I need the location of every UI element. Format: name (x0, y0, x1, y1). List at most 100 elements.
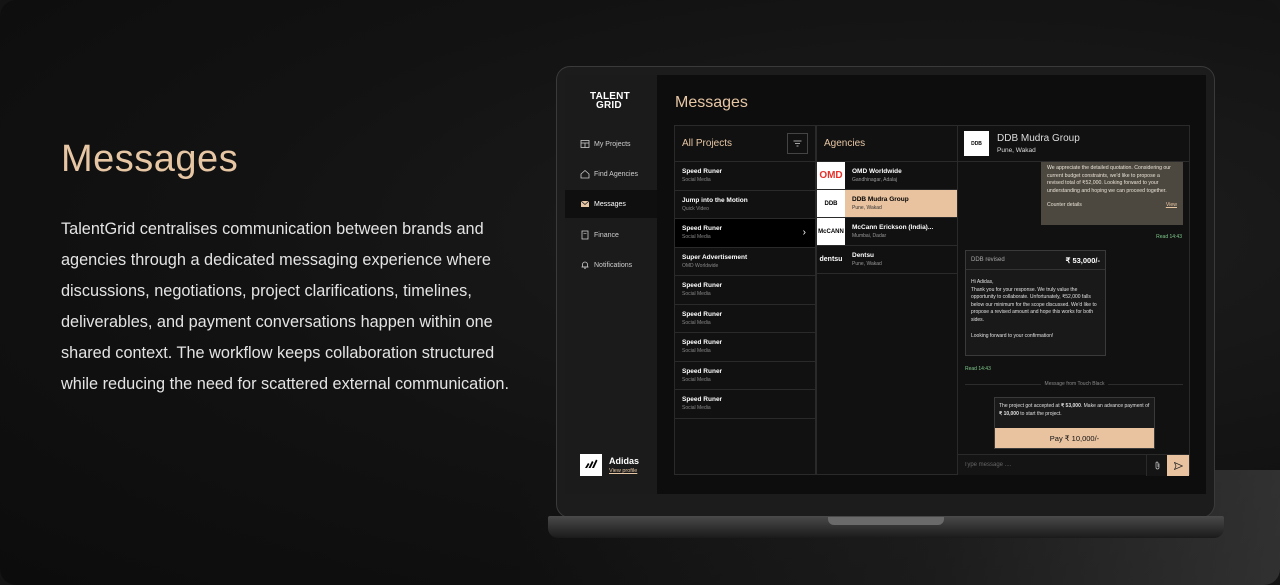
document-icon (581, 230, 589, 240)
card-body-text: Thank you for your response. We truly va… (971, 286, 1097, 323)
project-name: Super Advertisement (682, 253, 748, 261)
project-category: Social Media (682, 291, 711, 297)
project-category: Quick Video (682, 205, 709, 212)
agency-row-selected[interactable]: DDB DDB Mudra Group Pune, Wakad (817, 190, 957, 218)
user-profile[interactable]: Adidas View profile (580, 454, 639, 476)
chat-agency-logo: DDB (964, 131, 989, 156)
project-category: Social Media (682, 348, 711, 354)
agencies-header: Agencies (817, 126, 957, 162)
project-category: Social Media (682, 376, 711, 383)
agency-name: Dentsu (852, 252, 875, 259)
agency-logo: McCANN (817, 218, 845, 245)
project-name: Speed Runer (682, 225, 723, 232)
projects-icon (580, 140, 590, 148)
hero-title: Messages (61, 138, 239, 180)
agencies-panel: Agencies OMD OMD Worldwide Gandhinagar, A… (816, 125, 958, 475)
message-text: We appreciate the detailed quotation. Co… (1047, 165, 1171, 194)
project-name: Speed Runer (682, 282, 723, 289)
counter-details-label: Counter details (1047, 202, 1082, 208)
sidebar-item-label: Find Agencies (594, 170, 638, 178)
accepted-amount: ₹ 53,000 (1060, 403, 1081, 409)
project-row[interactable]: Speed Runer Social Media (675, 162, 815, 191)
chat-agency-name: DDB Mudra Group (997, 133, 1080, 144)
chat-header: DDB DDB Mudra Group Pune, Wakad (958, 126, 1189, 162)
project-name: Speed Runer (682, 339, 723, 346)
agency-row[interactable]: McCANN McCann Erickson (India)... Mumbai,… (817, 218, 957, 246)
sidebar-item-label: Notifications (594, 261, 633, 269)
outgoing-message-bubble: We appreciate the detailed quotation. Co… (1041, 162, 1183, 225)
payment-text: The project got accepted at ₹ 53,000. Ma… (995, 398, 1154, 418)
adidas-stripes-icon (585, 459, 598, 468)
pay-button[interactable]: Pay ₹ 10,000/- (995, 428, 1154, 448)
payment-text-part: . Make an advance payment of (1080, 403, 1150, 409)
sidebar-item-label: My Projects (594, 140, 631, 148)
project-name: Speed Runer (682, 310, 723, 318)
project-row[interactable]: Speed Runer Social Media (675, 390, 815, 419)
agency-name: McCann Erickson (India)... (852, 224, 934, 231)
sidebar-item-label: Finance (594, 231, 619, 239)
agency-name: OMD Worldwide (852, 168, 902, 175)
project-row[interactable]: Speed Runer Social Media (675, 305, 815, 333)
project-row[interactable]: Super Advertisement OMD Worldwide (675, 248, 815, 276)
system-message-label: Message from Touch Black (958, 381, 1191, 387)
send-icon (1173, 461, 1183, 470)
sidebar-item-my-projects[interactable]: My Projects (565, 130, 657, 158)
chat-agency-location: Pune, Wakad (997, 147, 1036, 154)
page-title: Messages (675, 94, 748, 111)
send-button[interactable] (1167, 455, 1189, 476)
project-row-selected[interactable]: Speed Runer Social Media › (675, 219, 815, 248)
project-category: Social Media (682, 405, 711, 411)
project-row[interactable]: Speed Runer Social Media (675, 333, 815, 362)
agency-row[interactable]: dentsu Dentsu Pune, Wakad (817, 246, 957, 274)
stage: Messages TalentGrid centralises communic… (0, 0, 1280, 585)
paperclip-icon (1155, 461, 1159, 470)
revised-amount: ₹ 53,000/- (1065, 255, 1100, 265)
revised-quote-card: DDB revised ₹ 53,000/- Hi Adidas, Thank … (965, 250, 1106, 356)
read-receipt: Read 14:43 (965, 366, 991, 372)
agency-row[interactable]: OMD OMD Worldwide Gandhinagar, Adalaj (817, 162, 957, 190)
agency-location: Gandhinagar, Adalaj (852, 177, 898, 183)
talentgrid-logo[interactable]: TALENT GRID (590, 92, 630, 111)
message-composer (958, 454, 1189, 476)
agency-logo: DDB (817, 190, 845, 217)
view-profile-link[interactable]: View profile (609, 468, 639, 474)
revised-label: DDB revised (971, 257, 1005, 263)
attach-button[interactable] (1146, 455, 1167, 476)
agencies-header-label: Agencies (824, 138, 866, 149)
project-category: Social Media (682, 319, 711, 326)
projects-panel: All Projects Speed Runer Social Media Jum… (674, 125, 816, 475)
chevron-right-icon: › (802, 227, 806, 238)
sidebar-item-notifications[interactable]: Notifications (565, 251, 657, 279)
project-row[interactable]: Jump into the Motion Quick Video (675, 191, 815, 219)
agency-logo: dentsu (817, 246, 845, 273)
home-icon (580, 169, 590, 179)
agency-location: Pune, Wakad (852, 261, 882, 267)
project-row[interactable]: Speed Runer Social Media (675, 362, 815, 390)
advance-amount: ₹ 10,000 (999, 410, 1019, 417)
message-input[interactable] (958, 455, 1146, 475)
agency-name: DDB Mudra Group (852, 196, 909, 203)
mail-icon (580, 200, 590, 207)
sidebar: TALENT GRID My Projects Find Agencies Me… (565, 75, 657, 494)
payment-text-part: to start the project. (1020, 410, 1062, 417)
project-name: Jump into the Motion (682, 196, 748, 204)
project-name: Speed Runer (682, 396, 723, 403)
agency-location: Pune, Wakad (852, 205, 882, 211)
filter-button[interactable] (787, 133, 808, 154)
hero-description: TalentGrid centralises communication bet… (61, 220, 509, 393)
project-category: OMD Worldwide (682, 262, 719, 269)
project-name: Speed Runer (682, 168, 723, 175)
filter-icon (793, 140, 802, 147)
payment-card: The project got accepted at ₹ 53,000. Ma… (994, 397, 1155, 449)
card-closing: Looking forward to your confirmation! (971, 332, 1054, 339)
read-receipt: Read 14:43 (1156, 234, 1182, 240)
sidebar-item-finance[interactable]: Finance (565, 221, 657, 249)
project-row[interactable]: Speed Runer Social Media (675, 276, 815, 305)
laptop-notch (828, 517, 944, 525)
payment-text-part: The project got accepted at (999, 403, 1060, 409)
sidebar-item-find-agencies[interactable]: Find Agencies (565, 160, 657, 188)
project-name: Speed Runer (682, 367, 723, 375)
adidas-logo (580, 454, 602, 476)
sidebar-item-messages[interactable]: Messages (565, 190, 657, 218)
view-link[interactable]: View (1166, 202, 1177, 210)
